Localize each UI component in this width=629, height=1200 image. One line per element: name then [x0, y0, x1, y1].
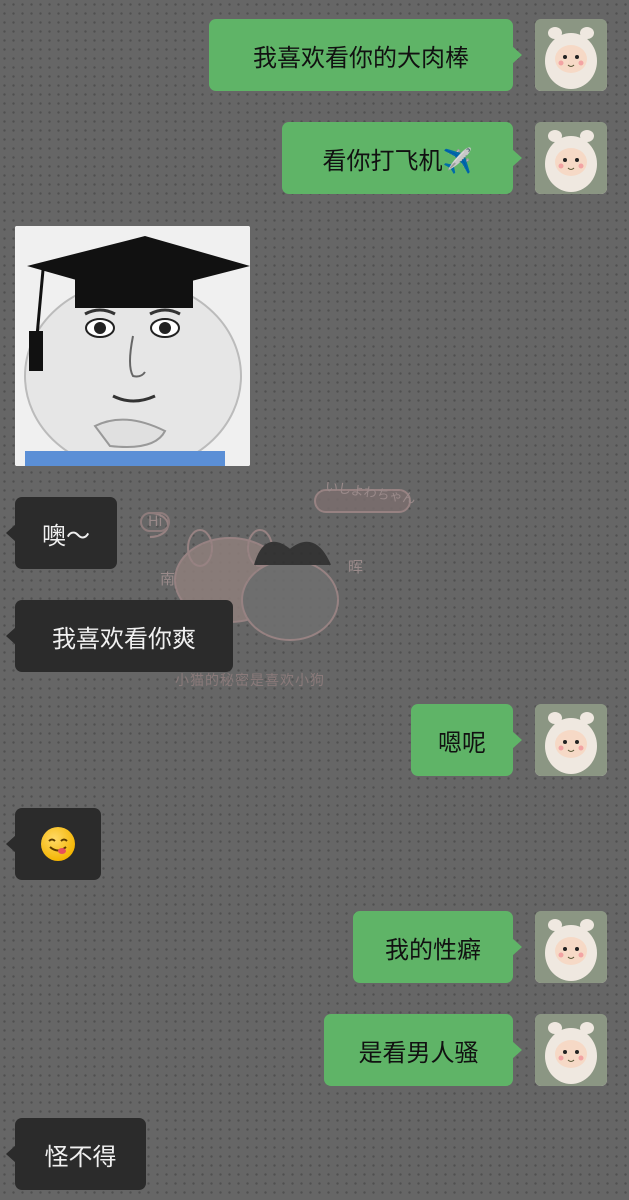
message-bubble[interactable]: 怪不得: [6, 1118, 146, 1190]
graduation-meme-icon: [15, 226, 250, 466]
message-text: 怪不得: [44, 1142, 117, 1171]
message-bubble[interactable]: 是看男人骚: [324, 1014, 522, 1086]
sticker-image[interactable]: [15, 226, 250, 466]
message-bubble[interactable]: 噢～: [6, 497, 117, 569]
message-bubble[interactable]: 嗯呢: [411, 704, 522, 776]
avatar[interactable]: [535, 19, 607, 91]
message-bubble[interactable]: 我喜欢看你的大肉棒: [209, 19, 522, 91]
avatar[interactable]: [535, 122, 607, 194]
wallpaper-hi: Hi: [140, 512, 171, 532]
message-text: 噢～: [42, 521, 90, 550]
wallpaper-right-name: 晖: [348, 558, 364, 576]
yum-face-icon: [41, 827, 75, 861]
avatar[interactable]: [535, 704, 607, 776]
message-text: 是看男人骚: [358, 1038, 479, 1067]
wallpaper-left-name: 南: [160, 570, 176, 588]
chat-area[interactable]: いしよわちゃん Hi 南 晖 小猫的秘密是喜欢小狗 我喜欢看你的大肉棒 看你打飞…: [0, 0, 629, 1200]
message-bubble[interactable]: 看你打飞机✈️: [282, 122, 522, 194]
message-bubble[interactable]: [6, 808, 101, 880]
message-text: 看你打飞机✈️: [322, 146, 473, 175]
message-text: 我的性癖: [385, 935, 481, 964]
avatar[interactable]: [535, 1014, 607, 1086]
message-text: 嗯呢: [438, 728, 486, 757]
message-text: 我喜欢看你爽: [52, 624, 196, 653]
message-bubble[interactable]: 我的性癖: [353, 911, 522, 983]
avatar[interactable]: [535, 911, 607, 983]
message-bubble[interactable]: 我喜欢看你爽: [6, 600, 233, 672]
message-text: 我喜欢看你的大肉棒: [253, 43, 469, 72]
wallpaper-caption: 小猫的秘密是喜欢小狗: [175, 673, 325, 689]
